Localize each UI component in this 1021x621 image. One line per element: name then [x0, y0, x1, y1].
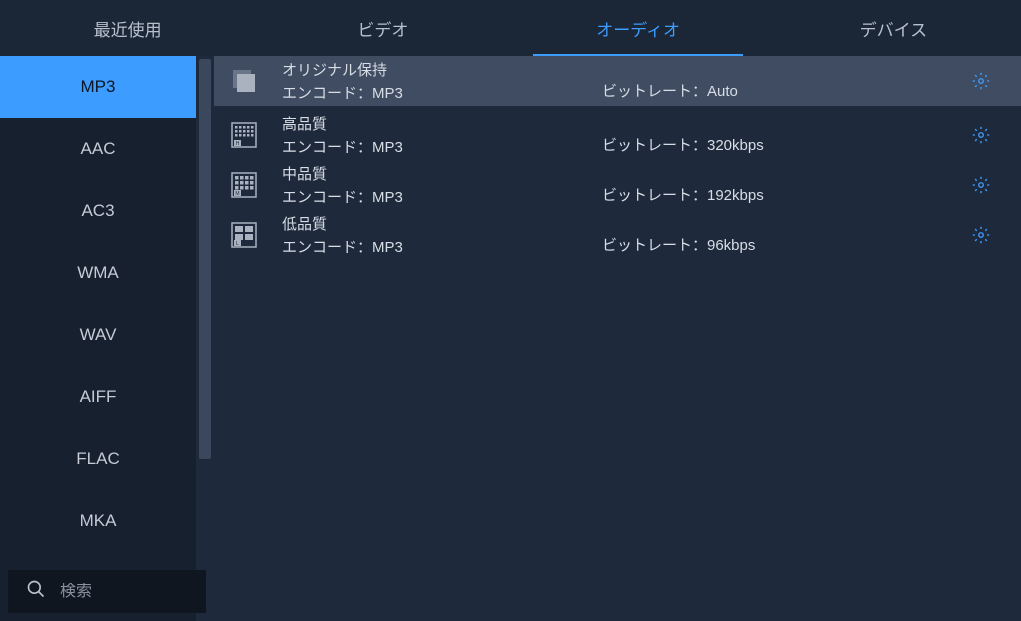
preset-title: 低品質	[282, 213, 602, 234]
preset-bitrate-wrap: ビットレート：Auto	[602, 56, 961, 106]
preset-encode: エンコード：MP3	[282, 186, 602, 207]
preset-info: 低品質 エンコード：MP3	[282, 213, 602, 257]
sidebar-item-aac[interactable]: AAC	[0, 118, 196, 180]
preset-encode: エンコード：MP3	[282, 236, 602, 257]
preset-row-original[interactable]: オリジナル保持 エンコード：MP3 ビットレート：Auto	[214, 56, 1021, 106]
preset-encode: エンコード：MP3	[282, 136, 602, 157]
sidebar-scrollbar-thumb[interactable]	[199, 59, 211, 459]
search-icon	[26, 579, 46, 604]
preset-medium-icon: M	[224, 167, 264, 203]
preset-high-icon: H	[224, 117, 264, 153]
sidebar-item-ac3[interactable]: AC3	[0, 180, 196, 242]
preset-bitrate-wrap: ビットレート：96kbps	[602, 210, 961, 260]
preset-original-icon	[224, 63, 264, 99]
sidebar-item-mka[interactable]: MKA	[0, 490, 196, 552]
preset-settings-button[interactable]	[961, 226, 1001, 244]
svg-text:L: L	[236, 241, 239, 247]
preset-encode: エンコード：MP3	[282, 82, 602, 103]
tab-recent[interactable]: 最近使用	[0, 0, 255, 56]
preset-bitrate-wrap: ビットレート：320kbps	[602, 110, 961, 160]
preset-bitrate: ビットレート：96kbps	[602, 234, 755, 255]
preset-settings-button[interactable]	[961, 72, 1001, 90]
sidebar-scrollbar[interactable]	[196, 56, 214, 621]
preset-info: オリジナル保持 エンコード：MP3	[282, 59, 602, 103]
preset-settings-button[interactable]	[961, 126, 1001, 144]
tab-audio[interactable]: オーディオ	[511, 0, 766, 56]
preset-row-low[interactable]: L 低品質 エンコード：MP3 ビットレート：96kbps	[214, 210, 1021, 260]
preset-bitrate: ビットレート：192kbps	[602, 184, 764, 205]
tab-video[interactable]: ビデオ	[255, 0, 510, 56]
preset-low-icon: L	[224, 217, 264, 253]
preset-info: 中品質 エンコード：MP3	[282, 163, 602, 207]
sidebar-item-wav[interactable]: WAV	[0, 304, 196, 366]
preset-settings-button[interactable]	[961, 176, 1001, 194]
sidebar-item-wma[interactable]: WMA	[0, 242, 196, 304]
preset-title: オリジナル保持	[282, 59, 602, 80]
preset-bitrate: ビットレート：320kbps	[602, 134, 764, 155]
sidebar: MP3 AAC AC3 WMA WAV AIFF FLAC MKA	[0, 56, 214, 621]
preset-row-medium[interactable]: M 中品質 エンコード：MP3 ビットレート：192kbps	[214, 160, 1021, 210]
svg-text:M: M	[235, 191, 239, 197]
preset-bitrate: ビットレート：Auto	[602, 80, 738, 101]
search-input[interactable]	[60, 583, 188, 601]
sidebar-item-aiff[interactable]: AIFF	[0, 366, 196, 428]
sidebar-list: MP3 AAC AC3 WMA WAV AIFF FLAC MKA	[0, 56, 214, 621]
preset-title: 中品質	[282, 163, 602, 184]
sidebar-item-mp3[interactable]: MP3	[0, 56, 196, 118]
sidebar-item-flac[interactable]: FLAC	[0, 428, 196, 490]
svg-text:H: H	[236, 141, 240, 147]
preset-list: オリジナル保持 エンコード：MP3 ビットレート：Auto	[214, 56, 1021, 621]
preset-bitrate-wrap: ビットレート：192kbps	[602, 160, 961, 210]
preset-title: 高品質	[282, 113, 602, 134]
main-area: MP3 AAC AC3 WMA WAV AIFF FLAC MKA	[0, 56, 1021, 621]
tab-device[interactable]: デバイス	[766, 0, 1021, 56]
top-tabs: 最近使用 ビデオ オーディオ デバイス	[0, 0, 1021, 56]
preset-row-high[interactable]: H 高品質 エンコード：MP3 ビットレート：320kbps	[214, 110, 1021, 160]
preset-info: 高品質 エンコード：MP3	[282, 113, 602, 157]
search-bar[interactable]	[8, 570, 206, 613]
